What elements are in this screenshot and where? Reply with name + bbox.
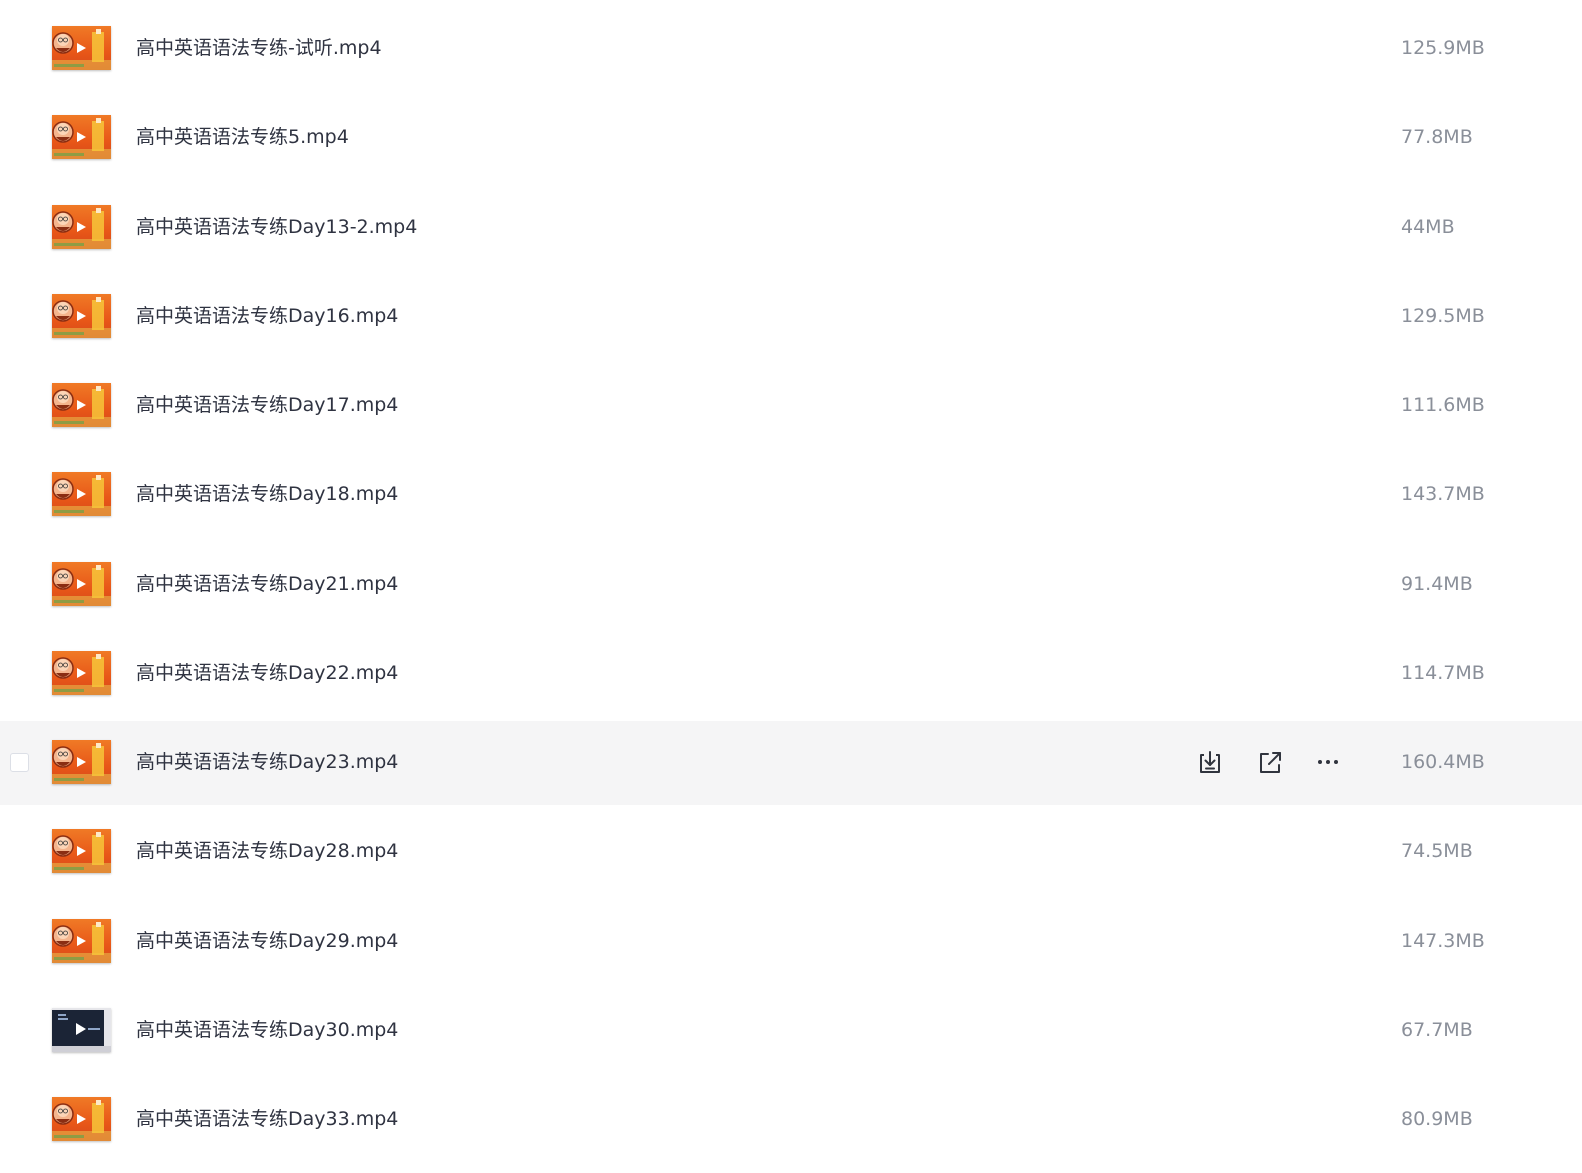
file-size: 147.3MB [1401, 929, 1485, 952]
orange-video-icon [52, 383, 111, 427]
file-name[interactable]: 高中英语语法专练Day28.mp4 [136, 837, 398, 865]
file-row[interactable]: 高中英语语法专练-试听.mp4 125.9MB [0, 7, 1582, 91]
file-size: 80.9MB [1401, 1108, 1473, 1130]
file-size: 129.5MB [1401, 304, 1485, 327]
orange-video-icon [52, 115, 111, 160]
file-name[interactable]: 高中英语语法专练Day18.mp4 [136, 480, 398, 508]
file-row[interactable]: 高中英语语法专练Day33.mp4 80.9MB [0, 1078, 1582, 1162]
orange-video-icon [52, 561, 111, 606]
file-row[interactable]: 高中英语语法专练Day16.mp4 129.5MB [0, 275, 1582, 359]
orange-video-icon [52, 1097, 111, 1141]
file-size: 44MB [1401, 215, 1455, 238]
file-size: 91.4MB [1401, 572, 1473, 595]
file-name[interactable]: 高中英语语法专练Day23.mp4 [136, 748, 398, 776]
file-list: 高中英语语法专练-试听.mp4 125.9MB 高中英语语法专练5.mp4 77… [0, 0, 1582, 1173]
file-name[interactable]: 高中英语语法专练Day33.mp4 [136, 1105, 398, 1133]
row-actions [1196, 749, 1356, 777]
more-icon[interactable] [1315, 749, 1343, 777]
orange-video-icon [52, 293, 111, 338]
file-row[interactable]: 高中英语语法专练Day18.mp4 143.7MB [0, 453, 1582, 537]
file-name[interactable]: 高中英语语法专练Day21.mp4 [136, 570, 398, 598]
file-size: 125.9MB [1401, 37, 1485, 59]
file-row[interactable]: 高中英语语法专练Day17.mp4 111.6MB [0, 364, 1582, 448]
orange-video-icon [52, 472, 111, 517]
orange-video-icon [52, 26, 111, 70]
orange-video-icon [52, 829, 111, 874]
orange-video-icon [52, 918, 111, 963]
orange-video-icon [52, 740, 111, 784]
file-row[interactable]: 高中英语语法专练Day21.mp4 91.4MB [0, 543, 1582, 627]
orange-video-icon [52, 204, 111, 249]
download-icon[interactable] [1196, 749, 1224, 777]
file-row[interactable]: 高中英语语法专练5.mp4 77.8MB [0, 96, 1582, 180]
file-name[interactable]: 高中英语语法专练Day30.mp4 [136, 1016, 398, 1044]
file-size: 77.8MB [1401, 126, 1473, 149]
file-row[interactable]: 高中英语语法专练Day13-2.mp4 44MB [0, 186, 1582, 270]
file-size: 160.4MB [1401, 751, 1485, 773]
file-size: 111.6MB [1401, 394, 1485, 416]
file-row[interactable]: 高中英语语法专练Day22.mp4 114.7MB [0, 632, 1582, 716]
file-size: 67.7MB [1401, 1018, 1473, 1041]
share-icon[interactable] [1256, 749, 1284, 777]
file-name[interactable]: 高中英语语法专练Day22.mp4 [136, 659, 398, 687]
orange-video-icon [52, 650, 111, 695]
file-row-hovered[interactable]: 高中英语语法专练Day23.mp4 160.4MB [0, 721, 1582, 805]
file-row[interactable]: 高中英语语法专练Day30.mp4 67.7MB [0, 989, 1582, 1073]
file-name[interactable]: 高中英语语法专练5.mp4 [136, 123, 349, 151]
dark-video-icon [52, 1007, 111, 1052]
file-size: 74.5MB [1401, 840, 1473, 863]
file-name[interactable]: 高中英语语法专练Day13-2.mp4 [136, 213, 417, 241]
file-name[interactable]: 高中英语语法专练Day17.mp4 [136, 391, 398, 419]
file-name[interactable]: 高中英语语法专练Day29.mp4 [136, 927, 398, 955]
file-size: 114.7MB [1401, 661, 1485, 684]
file-size: 143.7MB [1401, 483, 1485, 506]
file-row[interactable]: 高中英语语法专练Day29.mp4 147.3MB [0, 900, 1582, 984]
file-name[interactable]: 高中英语语法专练Day16.mp4 [136, 302, 398, 330]
select-checkbox[interactable] [10, 753, 29, 772]
file-name[interactable]: 高中英语语法专练-试听.mp4 [136, 34, 382, 62]
file-row[interactable]: 高中英语语法专练Day28.mp4 74.5MB [0, 810, 1582, 894]
